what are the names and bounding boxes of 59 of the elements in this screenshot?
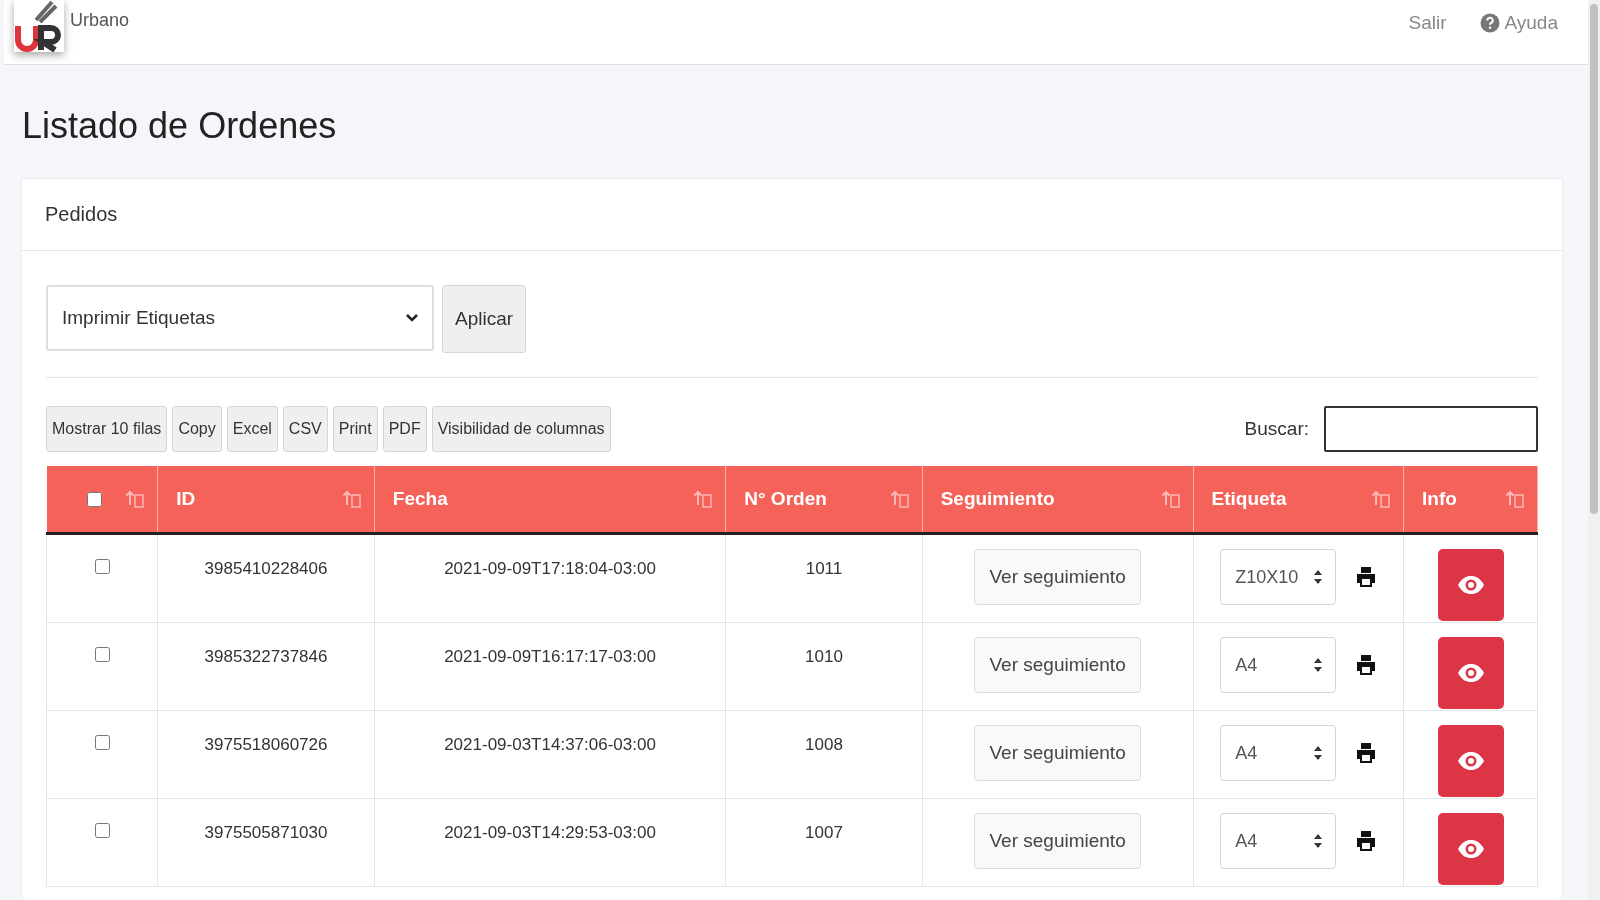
table-cell: 2021-09-09T17:18:04-03:00: [444, 559, 656, 578]
up-down-arrows-icon: [1313, 833, 1324, 849]
search-field[interactable]: [1324, 406, 1538, 452]
tracking-button[interactable]: Ver seguimiento: [974, 725, 1141, 781]
view-button[interactable]: [1437, 637, 1504, 709]
export-button[interactable]: Copy: [172, 406, 222, 452]
help-icon: [1480, 13, 1501, 33]
export-button[interactable]: Mostrar 10 filas: [46, 406, 168, 452]
export-button[interactable]: PDF: [382, 406, 427, 452]
label-size-select[interactable]: A4: [1220, 813, 1337, 869]
table-cell: 3975518060726: [204, 735, 328, 754]
bulk-action-select[interactable]: Imprimir Etiquetas: [46, 285, 434, 351]
eye-icon: [1456, 751, 1485, 771]
table-cell: 2021-09-03T14:37:06-03:00: [444, 735, 656, 754]
export-button[interactable]: Print: [332, 406, 378, 452]
label-size-select[interactable]: A4: [1220, 637, 1337, 693]
apply-button[interactable]: Aplicar: [442, 285, 527, 353]
export-button[interactable]: Excel: [226, 406, 278, 452]
view-button[interactable]: [1437, 725, 1504, 797]
export-button[interactable]: CSV: [282, 406, 328, 452]
export-button[interactable]: Visibilidad de columnas: [431, 406, 611, 452]
table-cell: 3985322737846: [204, 647, 328, 666]
card-title: Pedidos: [22, 179, 1562, 251]
table-cell: 3975505871030: [204, 823, 328, 842]
up-down-arrows-icon: [1313, 657, 1324, 673]
search-label: Buscar:: [1244, 418, 1309, 440]
view-button[interactable]: [1437, 549, 1504, 621]
label-size-select[interactable]: A4: [1220, 725, 1337, 781]
tracking-button[interactable]: Ver seguimiento: [974, 637, 1141, 693]
row-checkbox[interactable]: [94, 735, 110, 750]
table-cell: 2021-09-03T14:29:53-03:00: [444, 823, 656, 842]
page-title: Listado de Ordenes: [22, 105, 338, 147]
view-button[interactable]: [1437, 813, 1504, 885]
logout-link[interactable]: Salir: [1408, 12, 1447, 34]
print-icon[interactable]: [1356, 654, 1377, 676]
row-checkbox[interactable]: [94, 823, 110, 838]
chevron-down-icon: [406, 314, 418, 322]
table-cell: 2021-09-09T16:17:17-03:00: [444, 647, 656, 666]
print-icon[interactable]: [1356, 566, 1377, 588]
eye-icon: [1456, 575, 1485, 595]
table-cell: 1007: [805, 823, 843, 842]
eye-icon: [1456, 663, 1485, 683]
print-icon[interactable]: [1356, 742, 1377, 764]
print-icon[interactable]: [1356, 830, 1377, 852]
eye-icon: [1456, 839, 1485, 859]
row-checkbox[interactable]: [94, 559, 110, 574]
brand-name: Urbano: [70, 10, 130, 31]
table-cell: 3985410228406: [204, 559, 328, 578]
table-cell: 1011: [805, 559, 843, 578]
table-cell: 1010: [805, 647, 843, 666]
up-down-arrows-icon: [1313, 569, 1324, 585]
select-all-checkbox[interactable]: [86, 491, 102, 507]
tracking-button[interactable]: Ver seguimiento: [974, 549, 1141, 605]
up-down-arrows-icon: [1313, 745, 1324, 761]
label-size-select[interactable]: Z10X10: [1220, 549, 1337, 605]
help-link[interactable]: Ayuda: [1480, 12, 1558, 34]
table-cell: 1008: [805, 735, 843, 754]
tracking-button[interactable]: Ver seguimiento: [974, 813, 1141, 869]
row-checkbox[interactable]: [94, 647, 110, 662]
